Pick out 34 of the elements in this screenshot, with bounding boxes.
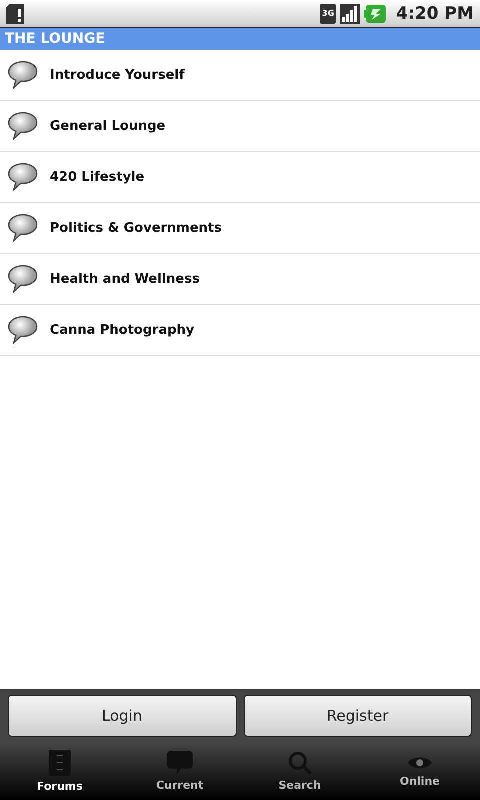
eye-icon [407, 755, 433, 771]
network-type-indicator: 3G [320, 4, 336, 24]
battery-charging-icon [364, 4, 386, 22]
section-header: THE LOUNGE [0, 28, 480, 50]
forum-title: Health and Wellness [50, 272, 200, 286]
action-button[interactable]: Register [244, 695, 472, 737]
forum-title: 420 Lifestyle [50, 170, 145, 184]
tab[interactable]: Current [120, 743, 240, 800]
tab[interactable]: Search [240, 743, 360, 800]
forum-row[interactable]: 420 Lifestyle [0, 152, 480, 203]
tab[interactable]: Online [360, 743, 480, 800]
sd-card-icon [6, 4, 24, 24]
forum-row[interactable]: Introduce Yourself [0, 50, 480, 101]
cabinet-icon [49, 750, 71, 776]
forum-title: General Lounge [50, 118, 166, 134]
action-button[interactable]: Login [8, 695, 236, 737]
forum-title: Politics & Governments [50, 220, 222, 236]
forum-row[interactable]: Canna Photography [0, 305, 480, 356]
signal-icon [340, 4, 360, 24]
forum-row[interactable]: General Lounge [0, 101, 480, 152]
speech-bubble-icon [8, 264, 38, 294]
speech-bubble-icon [167, 751, 193, 775]
forum-row[interactable]: Politics & Governments [0, 203, 480, 254]
forum-title: Introduce Yourself [50, 68, 185, 82]
speech-bubble-icon [8, 213, 38, 243]
tab[interactable]: Forums [0, 743, 120, 800]
search-icon [288, 751, 312, 775]
speech-bubble-icon [8, 60, 38, 90]
speech-bubble-icon [8, 162, 38, 192]
forum-row[interactable]: Health and Wellness [0, 254, 480, 305]
speech-bubble-icon [8, 111, 38, 141]
clock-time: 4:20 PM [396, 4, 474, 24]
forum-title: Canna Photography [50, 322, 195, 338]
speech-bubble-icon [8, 315, 38, 345]
